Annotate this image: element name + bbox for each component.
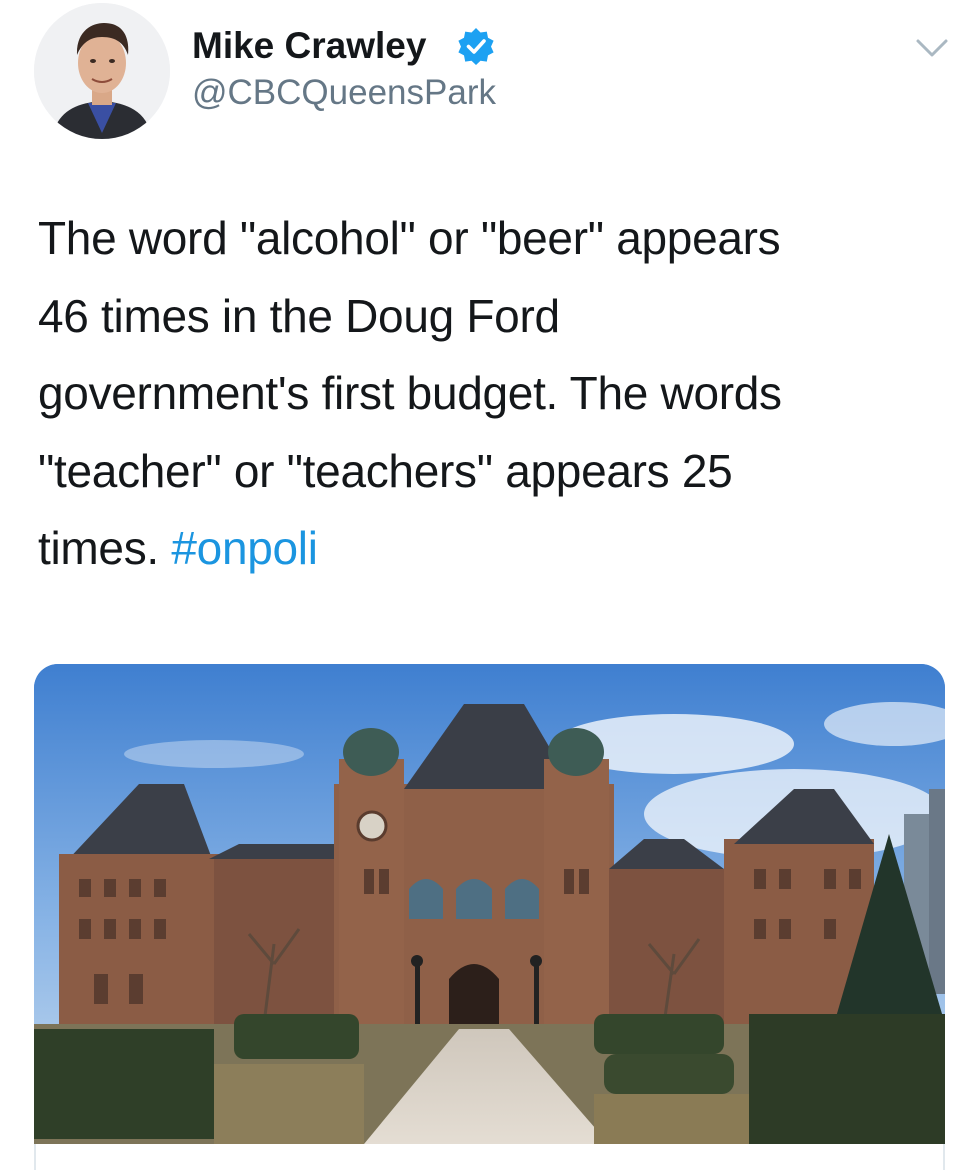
media-card-photo[interactable]	[34, 664, 945, 1144]
tweet-text-line: The word "alcohol" or "beer" appears	[38, 212, 781, 264]
tweet-text-line: 46 times in the Doug Ford	[38, 289, 560, 342]
user-handle[interactable]: @CBCQueensPark	[192, 72, 496, 114]
avatar[interactable]	[34, 3, 170, 139]
tweet-menu-chevron-icon[interactable]	[912, 32, 952, 62]
tweet-text-line: "teacher" or "teachers" appears 25	[38, 444, 733, 497]
media-card-frame	[34, 1144, 945, 1170]
tweet-text-line: government's first budget. The words	[38, 367, 782, 419]
tweet-text-line: times.	[38, 522, 159, 574]
verified-badge-icon	[456, 26, 496, 66]
tweet-text-last-line: times. #onpoli	[38, 510, 948, 588]
user-display-name[interactable]: Mike Crawley	[192, 24, 426, 68]
profile-photo-icon	[34, 3, 170, 139]
photo-ontario-legislative-building-icon	[34, 664, 945, 1144]
tweet-text: The word "alcohol" or "beer" appears 46 …	[38, 200, 948, 588]
hashtag-link[interactable]: #onpoli	[171, 522, 318, 574]
